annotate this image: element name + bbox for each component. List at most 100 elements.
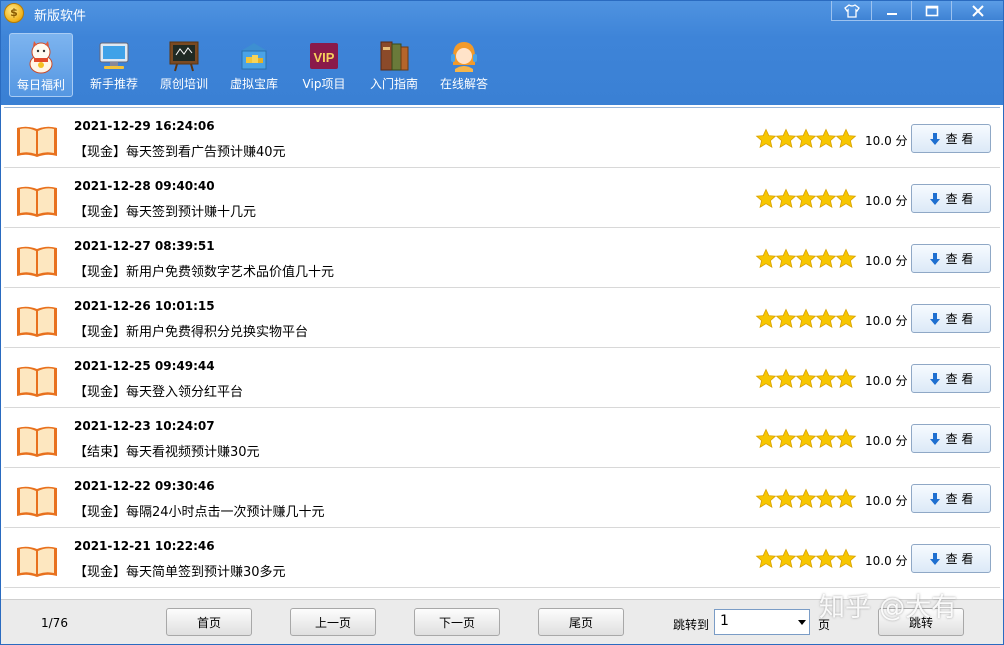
item-score: 10.0 分 <box>865 374 908 388</box>
close-button[interactable] <box>951 1 1003 21</box>
star-icon <box>815 428 837 449</box>
tool-label: 原创培训 <box>159 77 208 91</box>
tool-label: 新手推荐 <box>89 77 138 91</box>
list-item: 2021-12-23 10:24:07 【结束】每天看视频预计赚30元 10.0 分… <box>4 408 1000 468</box>
go-button[interactable]: 跳转 <box>878 608 964 636</box>
tool-online-answers[interactable]: 在线解答 <box>429 33 499 97</box>
star-icon <box>835 428 857 449</box>
star-icon <box>795 368 817 389</box>
view-button-label: 查 看 <box>945 552 974 566</box>
star-icon <box>755 128 777 149</box>
window-controls <box>831 1 1003 21</box>
jump-page-value: 1 <box>720 613 729 629</box>
arrow-down-icon <box>929 252 940 265</box>
item-title: 【现金】新用户免费得积分兑换实物平台 <box>74 325 309 340</box>
star-icon <box>835 128 857 149</box>
headset-girl-icon <box>451 42 477 72</box>
view-button[interactable]: 查 看 <box>911 424 991 453</box>
view-button[interactable]: 查 看 <box>911 544 991 573</box>
list-item: 2021-12-25 09:49:44 【现金】每天登入领分红平台 10.0 分 查 … <box>4 348 1000 408</box>
star-icon <box>755 368 777 389</box>
list-item: 2021-12-22 09:30:46 【现金】每隔24小时点击一次预计赚几十元 1… <box>4 468 1000 528</box>
star-icon <box>795 488 817 509</box>
rating-stars <box>755 548 857 570</box>
item-date: 2021-12-27 08:39:51 <box>74 239 215 253</box>
rating-stars <box>755 488 857 510</box>
item-score: 10.0 分 <box>865 254 908 268</box>
open-book-icon <box>17 426 57 457</box>
vip-icon: VIP <box>310 43 338 69</box>
view-button[interactable]: 查 看 <box>911 484 991 513</box>
books-icon <box>380 41 409 71</box>
arrow-down-icon <box>929 372 940 385</box>
last-page-button[interactable]: 尾页 <box>538 608 624 636</box>
star-icon <box>795 128 817 149</box>
star-icon <box>755 428 777 449</box>
open-book-icon <box>17 486 57 517</box>
coin-icon <box>4 3 24 23</box>
view-button-label: 查 看 <box>945 492 974 506</box>
tool-original-training[interactable]: 原创培训 <box>149 33 219 97</box>
item-title: 【现金】每天签到看广告预计赚40元 <box>74 145 286 160</box>
star-icon <box>755 248 777 269</box>
open-book-icon <box>17 546 57 577</box>
app-title: 新版软件 <box>34 9 87 24</box>
list-item: 2021-12-21 10:22:46 【现金】每天简单签到预计赚30多元 10.0… <box>4 528 1000 588</box>
star-icon <box>775 428 797 449</box>
tool-vip-project[interactable]: VIP Vip项目 <box>289 33 359 97</box>
tool-newbie-recommend[interactable]: 新手推荐 <box>79 33 149 97</box>
item-score: 10.0 分 <box>865 554 908 568</box>
view-button[interactable]: 查 看 <box>911 184 991 213</box>
star-icon <box>755 188 777 209</box>
view-button[interactable]: 查 看 <box>911 244 991 273</box>
star-icon <box>815 308 837 329</box>
pagination-bar: 1/76 首页 上一页 下一页 尾页 跳转到 1 页 跳转 <box>1 599 1003 644</box>
star-icon <box>815 248 837 269</box>
star-icon <box>795 188 817 209</box>
minimize-button[interactable] <box>871 1 911 21</box>
next-page-button[interactable]: 下一页 <box>414 608 500 636</box>
first-page-button[interactable]: 首页 <box>166 608 252 636</box>
prev-page-button[interactable]: 上一页 <box>290 608 376 636</box>
rating-stars <box>755 128 857 150</box>
item-date: 2021-12-23 10:24:07 <box>74 419 215 433</box>
star-icon <box>795 428 817 449</box>
tool-daily-welfare[interactable]: 每日福利 <box>9 33 73 97</box>
star-icon <box>775 488 797 509</box>
rating-stars <box>755 188 857 210</box>
chevron-down-icon <box>798 620 806 625</box>
project-list: 2021-12-29 16:24:06 【现金】每天签到看广告预计赚40元 10.0… <box>4 107 1000 599</box>
tool-getting-started[interactable]: 入门指南 <box>359 33 429 97</box>
skin-button[interactable] <box>831 1 871 21</box>
tool-virtual-treasury[interactable]: 虚拟宝库 <box>219 33 289 97</box>
item-title: 【现金】每天签到预计赚十几元 <box>74 205 257 220</box>
item-date: 2021-12-22 09:30:46 <box>74 479 215 493</box>
star-icon <box>775 548 797 569</box>
star-icon <box>775 128 797 149</box>
rating-stars <box>755 248 857 270</box>
view-button[interactable]: 查 看 <box>911 364 991 393</box>
item-title: 【现金】每隔24小时点击一次预计赚几十元 <box>74 505 325 520</box>
tool-label: 在线解答 <box>439 77 488 91</box>
shirt-icon <box>843 3 860 18</box>
view-button-label: 查 看 <box>945 192 974 206</box>
item-score: 10.0 分 <box>865 134 908 148</box>
view-button[interactable]: 查 看 <box>911 124 991 153</box>
jump-page-select[interactable]: 1 <box>714 609 810 635</box>
star-icon <box>775 248 797 269</box>
maximize-button[interactable] <box>911 1 951 21</box>
star-icon <box>755 308 777 329</box>
tool-label: 入门指南 <box>369 77 418 91</box>
star-icon <box>815 128 837 149</box>
open-book-icon <box>17 186 57 217</box>
item-date: 2021-12-21 10:22:46 <box>74 539 215 553</box>
list-item: 2021-12-27 08:39:51 【现金】新用户免费领数字艺术品价值几十元 1… <box>4 228 1000 288</box>
star-icon <box>835 308 857 329</box>
tool-label: 每日福利 <box>16 78 65 92</box>
star-icon <box>835 488 857 509</box>
view-button[interactable]: 查 看 <box>911 304 991 333</box>
open-book-icon <box>17 246 57 277</box>
star-icon <box>775 368 797 389</box>
svg-text:VIP: VIP <box>314 50 335 65</box>
star-icon <box>775 188 797 209</box>
